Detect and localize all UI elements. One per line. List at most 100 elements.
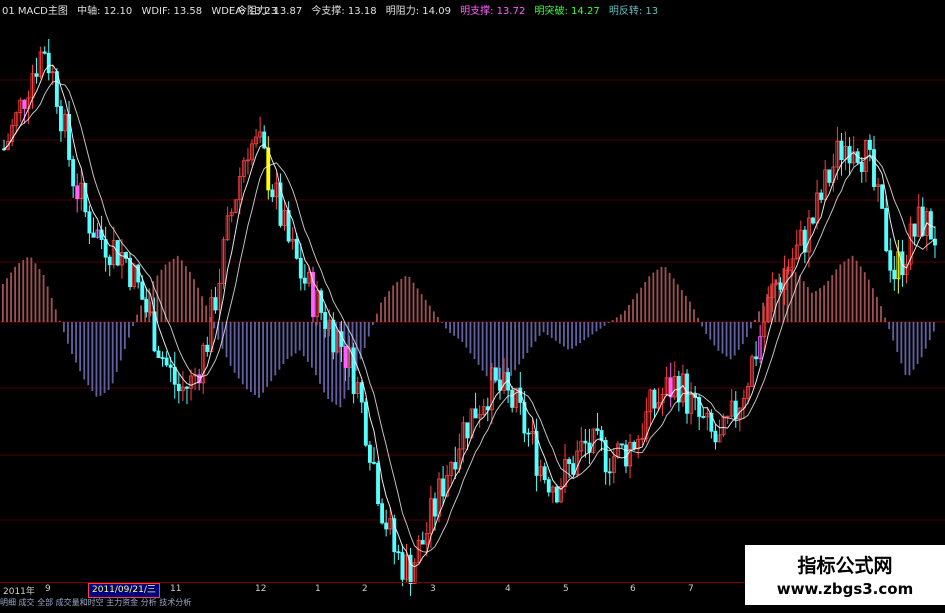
macd-bar [839, 264, 842, 322]
indicator-title[interactable]: 01 MACD主图 [2, 6, 68, 17]
macd-bar [632, 299, 634, 322]
candle-body [526, 432, 531, 435]
macd-bar [132, 322, 134, 327]
macd-bar [412, 282, 415, 322]
macd-bar [729, 322, 732, 360]
macd-bar [310, 322, 313, 368]
month-tick-1: 1 [315, 584, 321, 594]
candle-body [343, 345, 348, 369]
macd-bar [315, 322, 317, 376]
macd-bar [697, 317, 699, 322]
macd-bar [38, 269, 41, 322]
macd-bar [481, 322, 484, 371]
macd-bar [684, 295, 687, 322]
macd-bar [774, 279, 777, 322]
candle-body [632, 441, 637, 450]
macd-bar [884, 317, 886, 322]
macd-bar [636, 293, 639, 322]
macd-bar [546, 322, 549, 336]
month-tick-6: 6 [630, 584, 636, 594]
macd-bar [701, 322, 704, 327]
jin-zuli-value: 今阻力: 13.87 [237, 6, 303, 17]
macd-bar [705, 322, 708, 334]
macd-bar [14, 266, 17, 322]
candle-body [567, 459, 572, 464]
macd-bar [745, 322, 748, 338]
watermark-title: 指标公式网 [797, 555, 893, 577]
candle-body [420, 540, 425, 545]
macd-bar [453, 322, 456, 336]
macd-bar [680, 290, 683, 322]
candle-body [270, 189, 275, 198]
kline-chart[interactable] [0, 0, 945, 609]
candle-body [819, 192, 824, 200]
candle-body [34, 73, 39, 77]
macd-bar [428, 305, 431, 322]
macd-bar [648, 276, 651, 322]
macd-bar [249, 322, 252, 393]
candle-body [888, 250, 893, 271]
macd-bar [400, 278, 403, 322]
candle-body [713, 430, 718, 443]
macd-bar [18, 263, 21, 322]
selected-date-box: 2011/09/21/三 [88, 583, 160, 598]
macd-bar [737, 322, 740, 350]
candle-body [754, 356, 759, 360]
macd-bar [510, 322, 512, 376]
macd-bar [282, 322, 285, 364]
candle-body [176, 383, 181, 392]
macd-bar [904, 322, 907, 375]
macd-bar [278, 322, 281, 370]
ming-zuli-value: 明阻力: 14.09 [385, 6, 451, 17]
candle-body [46, 52, 51, 74]
macd-bar [932, 322, 935, 332]
macd-bar [750, 322, 752, 329]
candle-body [701, 416, 706, 418]
macd-bar [408, 276, 411, 322]
macd-bar [623, 310, 626, 322]
macd-bar [558, 322, 561, 344]
candle-body [880, 184, 885, 209]
macd-bar [87, 322, 90, 386]
macd-bar [794, 272, 797, 322]
macd-bar [526, 322, 529, 353]
month-tick-9: 9 [45, 584, 51, 594]
candle-body [107, 256, 112, 266]
macd-bar [896, 322, 899, 352]
macd-bar [197, 287, 199, 322]
zhongzhou-value: 中轴: 12.10 [77, 6, 133, 17]
macd-bar [693, 309, 695, 322]
macd-bar [806, 287, 809, 322]
candle-body [433, 498, 437, 517]
candle-body [91, 232, 96, 238]
macd-bar [160, 269, 163, 322]
macd-bar [91, 322, 94, 391]
macd-bar [461, 322, 464, 342]
macd-bar [810, 292, 813, 322]
candle-body [867, 139, 872, 150]
macd-bar [709, 322, 712, 340]
candle-body [811, 217, 815, 224]
macd-bar [465, 322, 468, 348]
macd-bar [798, 275, 801, 322]
chart-canvas[interactable] [0, 0, 945, 609]
candle-body [168, 364, 173, 368]
macd-bar [827, 280, 830, 322]
macd-bar [396, 281, 399, 322]
macd-bar [10, 272, 12, 322]
candle-body [156, 350, 161, 358]
macd-bar [575, 322, 578, 346]
macd-bar [176, 255, 179, 322]
candle-body [453, 462, 458, 470]
macd-bar [180, 260, 183, 322]
macd-bar [237, 322, 240, 379]
month-tick-4: 4 [505, 584, 511, 594]
macd-bar [266, 322, 269, 387]
macd-bar [518, 322, 521, 365]
macd-bar [640, 287, 643, 322]
candle-body [363, 401, 368, 446]
watermark-url: www.zbgs3.com [776, 580, 914, 598]
macd-bar [660, 266, 663, 322]
wdif-value: WDIF: 13.58 [141, 6, 203, 17]
macd-bar [172, 258, 175, 322]
